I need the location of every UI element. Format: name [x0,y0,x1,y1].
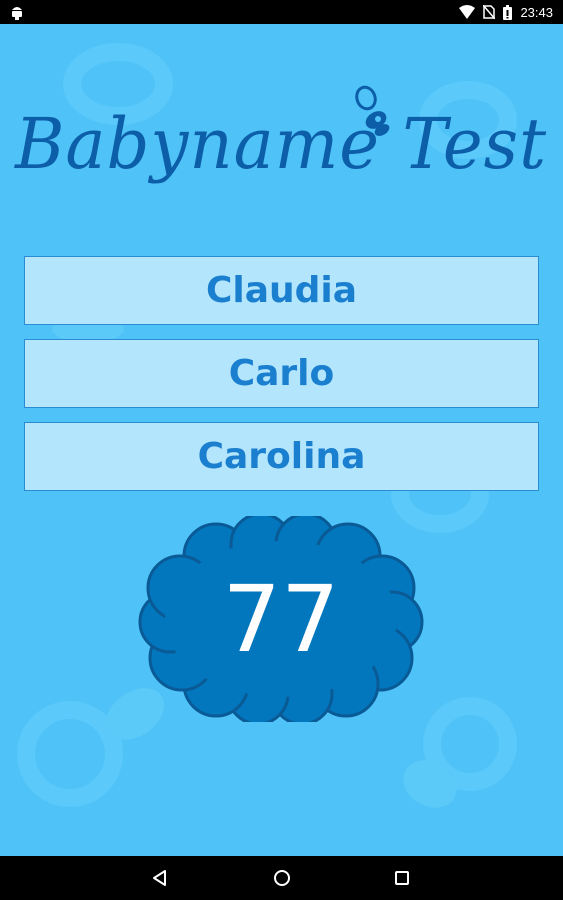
android-debug-icon [12,7,22,20]
no-sim-icon [483,5,496,19]
choice-button-carolina[interactable]: Carolina [24,422,539,491]
recents-icon[interactable] [392,868,412,888]
status-icons: 23:43 [459,3,553,21]
status-time: 23:43 [520,4,553,20]
score-badge: 77 [136,516,426,722]
navigation-bar [0,856,563,900]
choice-button-claudia[interactable]: Claudia [24,256,539,325]
score-value: 77 [222,565,340,673]
name-choices: Claudia Carlo Carolina [24,256,539,505]
pacifier-icon [355,85,390,136]
home-icon[interactable] [272,868,292,888]
back-icon[interactable] [150,868,170,888]
choice-label: Carlo [228,353,335,394]
app-logo: Babyname Test [0,74,563,214]
status-bar: 23:43 [0,0,563,24]
wifi-icon [459,5,476,19]
choice-label: Claudia [205,270,358,311]
logo-text: Babyname Test [15,103,548,185]
battery-icon [503,4,513,20]
choice-button-carlo[interactable]: Carlo [24,339,539,408]
choice-label: Carolina [197,436,366,477]
app-screen: Babyname Test Claudia Carlo Carolina 77 [0,24,563,856]
